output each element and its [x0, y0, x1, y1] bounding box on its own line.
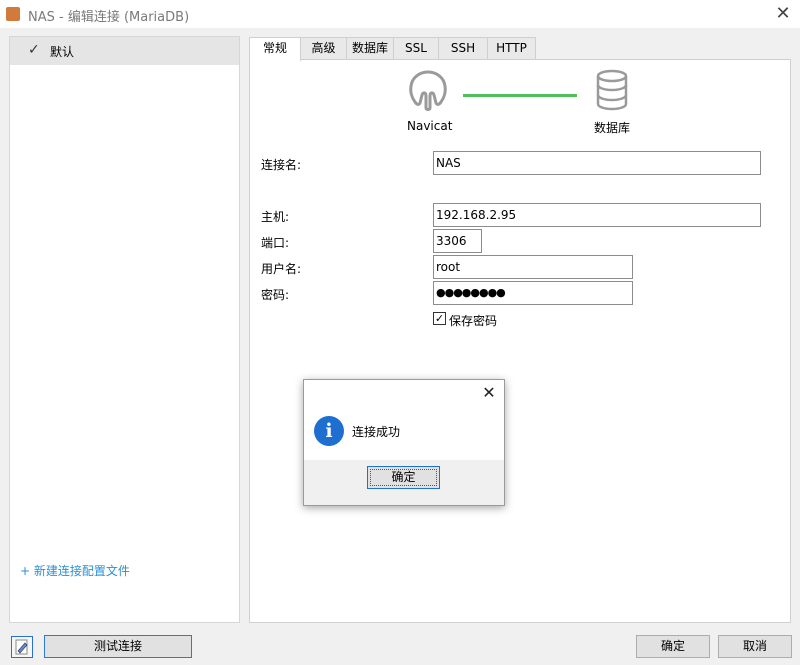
connection-name-label: 连接名:: [261, 158, 302, 172]
info-icon: i: [314, 416, 344, 446]
save-password-label: 保存密码: [449, 314, 498, 328]
connection-line: [463, 94, 577, 97]
dialog-close-button[interactable]: ✕: [480, 384, 498, 402]
tab-http[interactable]: HTTP: [487, 37, 536, 59]
tab-ssh[interactable]: SSH: [438, 37, 488, 59]
success-dialog: ✕ i 连接成功 确定: [303, 379, 505, 506]
edit-url-button[interactable]: [11, 636, 33, 658]
dialog-ok-button[interactable]: 确定: [367, 466, 440, 489]
window-title: NAS - 编辑连接 (MariaDB): [28, 10, 190, 25]
host-input[interactable]: 192.168.2.95: [433, 203, 761, 227]
dialog-message: 连接成功: [352, 425, 401, 439]
host-label: 主机:: [261, 210, 290, 224]
connection-name-input[interactable]: NAS: [433, 151, 761, 175]
test-connection-button[interactable]: 测试连接: [44, 635, 192, 658]
database-label: 数据库: [594, 121, 631, 135]
app-icon: [6, 7, 20, 21]
save-password-checkbox[interactable]: ✓: [433, 312, 446, 325]
new-profile-link[interactable]: + 新建连接配置文件: [20, 562, 130, 579]
tab-database[interactable]: 数据库: [346, 37, 394, 59]
password-input[interactable]: ●●●●●●●●: [433, 281, 633, 305]
sidebar-item-label: 默认: [50, 45, 75, 59]
navicat-label: Navicat: [407, 119, 453, 133]
tab-ssl[interactable]: SSL: [393, 37, 439, 59]
port-input[interactable]: 3306: [433, 229, 482, 253]
window-close-button[interactable]: ✕: [772, 3, 794, 25]
cancel-button[interactable]: 取消: [718, 635, 792, 658]
pencil-document-icon: [15, 639, 28, 655]
general-panel: [249, 59, 791, 623]
username-input[interactable]: root: [433, 255, 633, 279]
checkmark-icon: ✓: [28, 42, 40, 58]
dialog-ok-label: 确定: [391, 470, 416, 484]
ok-button[interactable]: 确定: [636, 635, 710, 658]
username-label: 用户名:: [261, 262, 302, 276]
title-bar: NAS - 编辑连接 (MariaDB) ✕: [0, 0, 800, 28]
tab-advanced[interactable]: 高级: [300, 37, 347, 59]
navicat-logo-icon: [409, 70, 447, 111]
port-label: 端口:: [261, 236, 290, 250]
database-icon: [596, 69, 628, 111]
profile-sidebar: ✓ 默认: [9, 36, 240, 623]
tab-general[interactable]: 常规: [249, 37, 301, 61]
password-label: 密码:: [261, 288, 290, 302]
sidebar-item-default[interactable]: ✓ 默认: [10, 37, 239, 65]
